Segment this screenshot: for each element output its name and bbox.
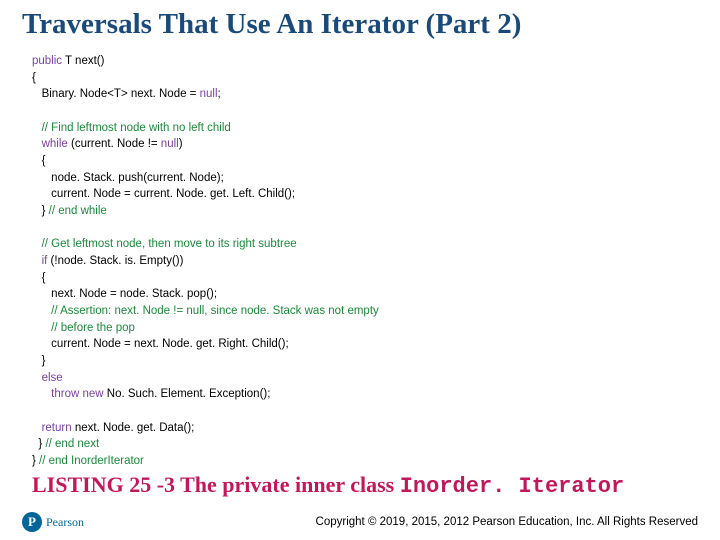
- kw-null: null: [200, 88, 218, 100]
- code-comment: // Get leftmost node, then move to its r…: [32, 238, 297, 250]
- code-text: {: [32, 272, 45, 284]
- publisher-logo: P Pearson: [22, 512, 84, 532]
- code-block: public T next() { Binary. Node<T> next. …: [22, 53, 698, 470]
- code-text: }: [32, 355, 45, 367]
- code-comment: // end InorderIterator: [39, 455, 144, 467]
- code-comment: // Assertion: next. Node != null, since …: [32, 305, 379, 317]
- kw-new: new: [79, 388, 103, 400]
- logo-text: Pearson: [46, 515, 84, 530]
- code-comment: // end while: [49, 205, 107, 217]
- kw-public: public: [32, 55, 62, 67]
- code-text: }: [32, 455, 39, 467]
- logo-icon: P: [22, 512, 42, 532]
- code-text: current. Node = next. Node. get. Right. …: [32, 338, 289, 350]
- code-text: node. Stack. push(current. Node);: [32, 172, 224, 184]
- kw-null: null: [161, 138, 179, 150]
- code-text: ;: [218, 88, 221, 100]
- caption-classname: Inorder. Iterator: [400, 474, 624, 499]
- code-text: (current. Node !=: [68, 138, 161, 150]
- code-text: Binary. Node<T> next. Node =: [32, 88, 200, 100]
- code-text: (!node. Stack. is. Empty()): [47, 255, 183, 267]
- copyright-text: Copyright © 2019, 2015, 2012 Pearson Edu…: [316, 516, 698, 528]
- code-comment: // end next: [45, 438, 99, 450]
- code-text: }: [32, 205, 49, 217]
- code-text: T next(): [62, 55, 104, 67]
- code-text: }: [32, 438, 45, 450]
- kw-if: if: [32, 255, 47, 267]
- listing-caption: LISTING 25 -3 The private inner class In…: [22, 472, 698, 499]
- code-text: next. Node. get. Data();: [72, 422, 195, 434]
- kw-while: while: [32, 138, 68, 150]
- code-text: next. Node = node. Stack. pop();: [32, 288, 217, 300]
- footer: P Pearson Copyright © 2019, 2015, 2012 P…: [22, 512, 698, 532]
- code-text: {: [32, 72, 36, 84]
- slide: Traversals That Use An Iterator (Part 2)…: [0, 0, 720, 540]
- caption-prefix: LISTING 25 -3 The private inner class: [32, 472, 400, 497]
- code-comment: // before the pop: [32, 322, 135, 334]
- code-text: current. Node = current. Node. get. Left…: [32, 188, 295, 200]
- code-text: {: [32, 155, 45, 167]
- kw-throw: throw: [32, 388, 79, 400]
- kw-return: return: [32, 422, 72, 434]
- code-comment: // Find leftmost node with no left child: [32, 122, 231, 134]
- page-title: Traversals That Use An Iterator (Part 2): [22, 8, 698, 41]
- kw-else: else: [32, 372, 63, 384]
- code-text: ): [179, 138, 183, 150]
- code-text: No. Such. Element. Exception();: [104, 388, 271, 400]
